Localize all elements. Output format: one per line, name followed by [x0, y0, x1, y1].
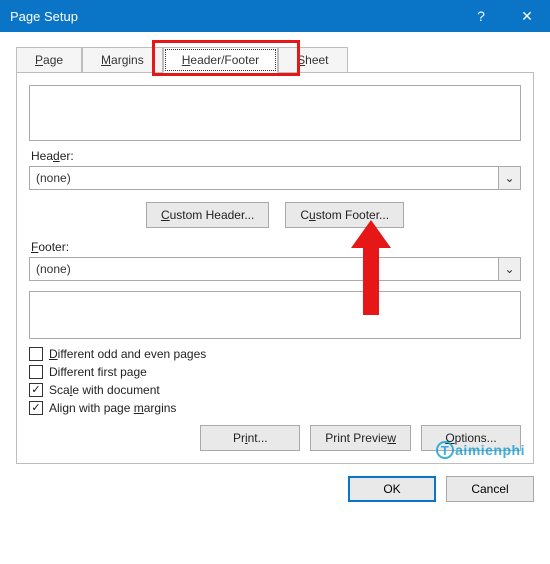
tab-panel: Header: (none) ⌄ Custom Header... Custom…	[16, 72, 534, 464]
tab-page[interactable]: Page	[16, 47, 82, 73]
tab-sheet[interactable]: Sheet	[278, 47, 347, 73]
header-label: Header:	[31, 149, 521, 163]
checkbox-group: Different odd and even pages Different f…	[29, 347, 521, 415]
window-title: Page Setup	[10, 9, 458, 24]
print-button[interactable]: Print...	[200, 425, 300, 451]
cancel-button[interactable]: Cancel	[446, 476, 534, 502]
header-value: (none)	[30, 171, 498, 185]
titlebar: Page Setup ? ✕	[0, 0, 550, 32]
tab-bar: Page Margins Header/Footer Sheet	[16, 46, 534, 72]
chevron-down-icon[interactable]: ⌄	[498, 167, 520, 189]
tab-margins[interactable]: Margins	[82, 47, 163, 73]
custom-buttons-row: Custom Header... Custom Footer...	[29, 202, 521, 228]
header-preview	[29, 85, 521, 141]
ok-button[interactable]: OK	[348, 476, 436, 502]
footer-label: Footer:	[31, 240, 521, 254]
help-icon: ?	[477, 8, 485, 24]
checkbox-icon	[29, 347, 43, 361]
dialog-buttons: OK Cancel	[16, 476, 534, 502]
checkbox-icon: ✓	[29, 401, 43, 415]
custom-header-button[interactable]: Custom Header...	[146, 202, 269, 228]
tab-header-footer[interactable]: Header/Footer	[163, 47, 278, 73]
footer-value: (none)	[30, 262, 498, 276]
header-combobox[interactable]: (none) ⌄	[29, 166, 521, 190]
check-align-with-margins[interactable]: ✓ Align with page margins	[29, 401, 521, 415]
custom-footer-button[interactable]: Custom Footer...	[285, 202, 404, 228]
check-different-first[interactable]: Different first page	[29, 365, 521, 379]
help-button[interactable]: ?	[458, 0, 504, 32]
checkbox-icon: ✓	[29, 383, 43, 397]
print-preview-button[interactable]: Print Preview	[310, 425, 411, 451]
close-button[interactable]: ✕	[504, 0, 550, 32]
dialog-content: Page Margins Header/Footer Sheet Header:…	[0, 32, 550, 514]
check-different-odd-even[interactable]: Different odd and even pages	[29, 347, 521, 361]
footer-preview: Taimienphi	[29, 291, 521, 339]
checkbox-icon	[29, 365, 43, 379]
watermark: Taimienphi	[436, 441, 525, 459]
check-scale-with-document[interactable]: ✓ Scale with document	[29, 383, 521, 397]
close-icon: ✕	[521, 8, 533, 25]
chevron-down-icon[interactable]: ⌄	[498, 258, 520, 280]
footer-combobox[interactable]: (none) ⌄	[29, 257, 521, 281]
